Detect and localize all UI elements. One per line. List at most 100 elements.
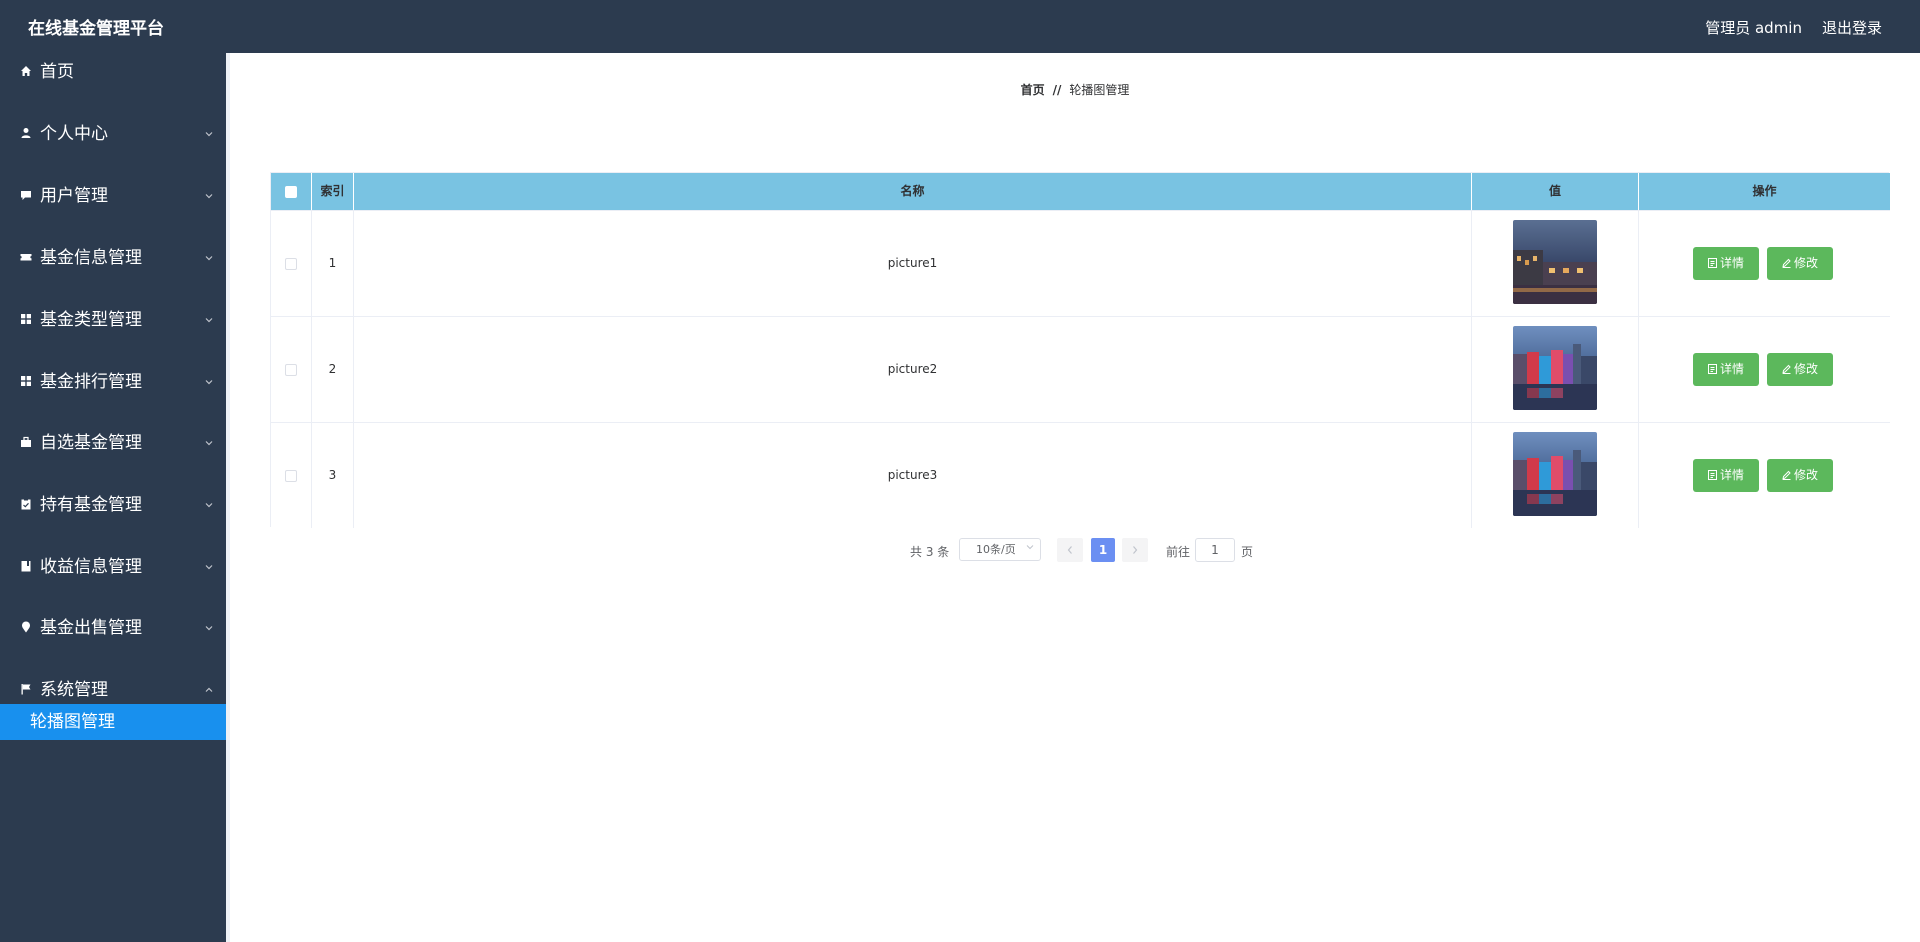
document-icon [1707, 364, 1717, 374]
detail-button-label: 详情 [1719, 256, 1744, 270]
detail-button[interactable]: 详情 [1693, 247, 1759, 280]
sidebar-item-watchlist[interactable]: 自选基金管理 [0, 424, 226, 464]
edit-button[interactable]: 修改 [1767, 459, 1833, 492]
column-header-value: 值 [1472, 173, 1639, 210]
document-icon [1707, 470, 1717, 480]
row-name: picture2 [354, 317, 1472, 422]
detail-button[interactable]: 详情 [1693, 459, 1759, 492]
sidebar-item-fund-info[interactable]: 基金信息管理 [0, 239, 226, 279]
sidebar-item-fund-sale[interactable]: 基金出售管理 [0, 609, 226, 649]
thumbnail-image[interactable] [1513, 432, 1597, 516]
ticket-icon [20, 254, 32, 261]
thumbnail-image[interactable] [1513, 326, 1597, 410]
data-table: 索引 名称 值 操作 1 picture1 详情 修改 2 picture2 详… [270, 172, 1890, 528]
grid-icon [21, 314, 31, 324]
sidebar-item-label: 基金排行管理 [40, 372, 142, 392]
row-select-cell [271, 317, 312, 422]
next-page-button[interactable] [1122, 538, 1148, 562]
breadcrumb-current: 轮播图管理 [1069, 83, 1130, 97]
sidebar-item-holdings[interactable]: 持有基金管理 [0, 486, 226, 526]
table-row: 2 picture2 详情 修改 [271, 316, 1890, 422]
table-header: 索引 名称 值 操作 [271, 173, 1890, 210]
edit-icon [1782, 470, 1791, 480]
row-index: 3 [312, 423, 354, 528]
row-name: picture1 [354, 211, 1472, 316]
page-number-current[interactable]: 1 [1091, 538, 1115, 562]
home-icon [21, 66, 31, 76]
main-content: 首页 // 轮播图管理 索引 名称 值 操作 1 picture1 详情 修改 2 … [226, 53, 1920, 942]
row-actions-cell: 详情 修改 [1639, 423, 1890, 528]
chevron-right-icon [1133, 546, 1138, 554]
goto-page-input[interactable]: 1 [1195, 538, 1235, 562]
logout-link[interactable]: 退出登录 [1822, 17, 1882, 38]
chat-icon [21, 191, 31, 200]
sidebar-item-earnings[interactable]: 收益信息管理 [0, 548, 226, 588]
book-icon [21, 561, 31, 572]
clipboard-icon [21, 498, 31, 510]
sidebar-item-label: 首页 [40, 62, 74, 82]
edit-button-label: 修改 [1793, 468, 1818, 482]
row-select-cell [271, 211, 312, 316]
chevron-left-icon [1067, 546, 1072, 554]
page-size-select[interactable]: 10条/页 [959, 538, 1041, 561]
prev-page-button[interactable] [1057, 538, 1083, 562]
edit-icon [1782, 258, 1791, 268]
edit-button-label: 修改 [1793, 256, 1818, 270]
breadcrumb-separator: // [1052, 83, 1062, 97]
sidebar-item-label: 基金信息管理 [40, 248, 142, 268]
document-icon [1707, 258, 1717, 268]
page-size-value: 10条/页 [976, 543, 1016, 556]
detail-button-label: 详情 [1719, 362, 1744, 376]
sidebar-item-label: 基金类型管理 [40, 310, 142, 330]
edit-icon [1782, 364, 1791, 374]
sidebar: 首页 个人中心 用户管理 基金信息管理 基金类型管理 基金排行管理 自选基金管理… [0, 53, 226, 942]
user-icon [21, 128, 31, 138]
select-all-checkbox[interactable] [285, 185, 297, 198]
chevron-down-icon [205, 565, 213, 570]
sidebar-item-fund-type[interactable]: 基金类型管理 [0, 301, 226, 341]
column-header-actions: 操作 [1752, 184, 1777, 198]
breadcrumb-home[interactable]: 首页 [1021, 83, 1045, 97]
row-checkbox[interactable] [285, 257, 297, 270]
sidebar-item-label: 基金出售管理 [40, 618, 142, 638]
chevron-down-icon [205, 626, 213, 631]
select-all-cell [271, 173, 312, 210]
sidebar-item-label: 自选基金管理 [40, 433, 142, 453]
goto-label: 前往 [1166, 545, 1191, 559]
table-row: 3 picture3 详情 修改 [271, 422, 1890, 528]
sidebar-item-label: 用户管理 [40, 186, 108, 206]
chevron-down-icon [205, 194, 213, 199]
briefcase-icon [21, 436, 31, 447]
chevron-up-icon [205, 687, 213, 692]
detail-button-label: 详情 [1719, 468, 1744, 482]
grid-icon [21, 376, 31, 386]
sidebar-subitem-carousel[interactable]: 轮播图管理 [0, 704, 226, 740]
sidebar-item-home[interactable]: 首页 [0, 53, 226, 93]
thumbnail-image[interactable] [1513, 220, 1597, 304]
row-actions-cell: 详情 修改 [1639, 211, 1890, 316]
edit-button[interactable]: 修改 [1767, 247, 1833, 280]
row-value-cell [1472, 317, 1639, 422]
edit-button[interactable]: 修改 [1767, 353, 1833, 386]
detail-button[interactable]: 详情 [1693, 353, 1759, 386]
sidebar-item-users[interactable]: 用户管理 [0, 177, 226, 217]
sidebar-item-label: 系统管理 [40, 680, 108, 700]
row-checkbox[interactable] [285, 363, 297, 376]
sidebar-subitem-label: 轮播图管理 [30, 712, 115, 732]
chevron-down-icon [205, 503, 213, 508]
row-checkbox[interactable] [285, 469, 297, 482]
flag-icon [21, 684, 31, 695]
column-header-name: 名称 [354, 173, 1472, 210]
chevron-down-icon [205, 380, 213, 385]
sidebar-item-label: 持有基金管理 [40, 495, 142, 515]
sidebar-item-label: 收益信息管理 [40, 557, 142, 577]
row-value-cell [1472, 211, 1639, 316]
page-unit-label: 页 [1241, 545, 1254, 559]
sidebar-item-profile[interactable]: 个人中心 [0, 115, 226, 155]
pagination: 共 3 条 10条/页 1 前往 1 页 [230, 538, 1920, 562]
sidebar-item-fund-rank[interactable]: 基金排行管理 [0, 363, 226, 403]
row-name: picture3 [354, 423, 1472, 528]
row-actions-cell: 详情 修改 [1639, 317, 1890, 422]
user-info: 管理员 admin [1705, 19, 1802, 37]
column-header-index: 索引 [312, 173, 354, 210]
